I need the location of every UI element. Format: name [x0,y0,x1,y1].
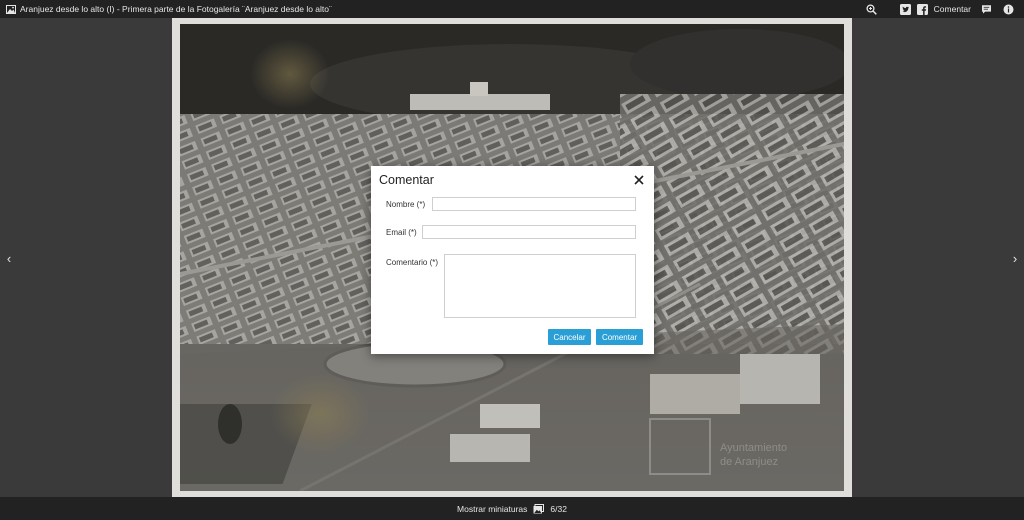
comment-button[interactable]: Comentar [934,4,971,14]
image-counter: 6/32 [550,503,567,514]
name-label: Nombre (*) [386,200,426,209]
top-bar: Aranjuez desde lo alto (I) - Primera par… [0,0,1024,18]
thumbnails-icon[interactable] [533,503,545,514]
title-area: Aranjuez desde lo alto (I) - Primera par… [0,0,332,18]
email-field[interactable] [422,225,636,239]
name-field[interactable] [432,197,636,211]
comment-label: Comentario (*) [386,258,439,267]
dialog-title: Comentar [379,173,434,187]
toolbar-right: Comentar [866,0,1014,18]
twitter-icon[interactable] [900,3,912,15]
comment-textarea[interactable] [444,254,636,318]
comment-icon[interactable] [980,3,992,15]
show-thumbnails-button[interactable]: Mostrar miniaturas [457,504,527,514]
page-title: Aranjuez desde lo alto (I) - Primera par… [20,4,332,14]
comment-dialog: Comentar Nombre (*) Email (*) Comentario… [371,166,654,354]
bottom-bar: Mostrar miniaturas 6/32 [0,497,1024,520]
previous-arrow-icon[interactable]: ‹ [2,250,16,268]
zoom-icon[interactable] [866,3,878,15]
next-arrow-icon[interactable]: › [1008,250,1022,268]
photo-icon [6,4,16,14]
email-label: Email (*) [386,228,417,237]
cancel-button[interactable]: Cancelar [548,329,591,345]
facebook-icon[interactable] [917,3,929,15]
submit-comment-button[interactable]: Comentar [596,329,643,345]
info-icon[interactable] [1002,3,1014,15]
close-icon[interactable] [633,174,645,186]
